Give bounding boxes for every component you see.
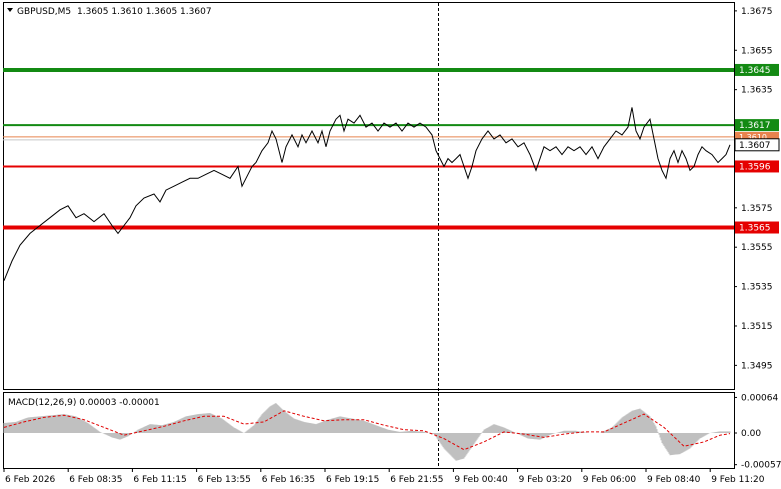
price-tick-label: 1.3515 — [741, 322, 773, 332]
time-tick-label: 9 Feb 11:20 — [711, 475, 765, 485]
time-tick-label: 9 Feb 06:00 — [583, 475, 637, 485]
time-tick-label: 6 Feb 13:55 — [198, 475, 251, 485]
price-panel[interactable] — [3, 2, 735, 390]
price-tick-label: 1.3495 — [741, 361, 773, 371]
time-axis: 6 Feb 2026 6 Feb 08:35 6 Feb 11:15 6 Feb 13… — [3, 468, 765, 485]
price-tick-label: 1.3575 — [741, 204, 773, 214]
macd-tick-label: 0.00 — [741, 429, 761, 439]
resistance-1-price-label: 1.3645 — [739, 66, 771, 76]
time-tick-label: 6 Feb 19:15 — [326, 475, 379, 485]
time-tick-label: 6 Feb 11:15 — [133, 475, 186, 485]
time-tick-label: 9 Feb 00:40 — [454, 475, 508, 485]
support-2-price-label: 1.3565 — [739, 224, 771, 234]
current-price-label: 1.3607 — [739, 141, 771, 151]
price-tick-label: 1.3535 — [741, 283, 773, 293]
price-tick-label: 1.3635 — [741, 86, 773, 96]
time-tick-label: 9 Feb 08:40 — [647, 475, 701, 485]
time-tick-label: 6 Feb 2026 — [5, 475, 56, 485]
macd-tick-label: 0.00064 — [741, 393, 778, 403]
price-tick-label: 1.3675 — [741, 7, 773, 17]
macd-axis: 0.00064 0.00 -0.00057 — [734, 393, 781, 471]
price-tick-label: 1.3655 — [741, 46, 773, 56]
resistance-2-price-label: 1.3617 — [739, 121, 771, 131]
trading-chart[interactable]: 1.3675 1.3655 1.3635 1.3575 1.3555 1.3535 1.35… — [0, 0, 781, 489]
time-tick-label: 6 Feb 16:35 — [262, 475, 315, 485]
support-1-price-label: 1.3596 — [739, 162, 771, 172]
macd-label: MACD(12,26,9) 0.00003 -0.00001 — [8, 398, 160, 408]
price-tick-label: 1.3555 — [741, 243, 773, 253]
macd-tick-label: -0.00057 — [741, 461, 781, 471]
price-axis: 1.3675 1.3655 1.3635 1.3575 1.3555 1.3535 1.35… — [734, 7, 773, 371]
time-tick-label: 6 Feb 21:55 — [390, 475, 443, 485]
time-tick-label: 9 Feb 03:20 — [519, 475, 573, 485]
symbol-label: GBPUSD,M5 — [17, 7, 71, 17]
time-tick-label: 6 Feb 08:35 — [69, 475, 122, 485]
ohlc-readout: 1.3605 1.3610 1.3605 1.3607 — [77, 7, 212, 17]
